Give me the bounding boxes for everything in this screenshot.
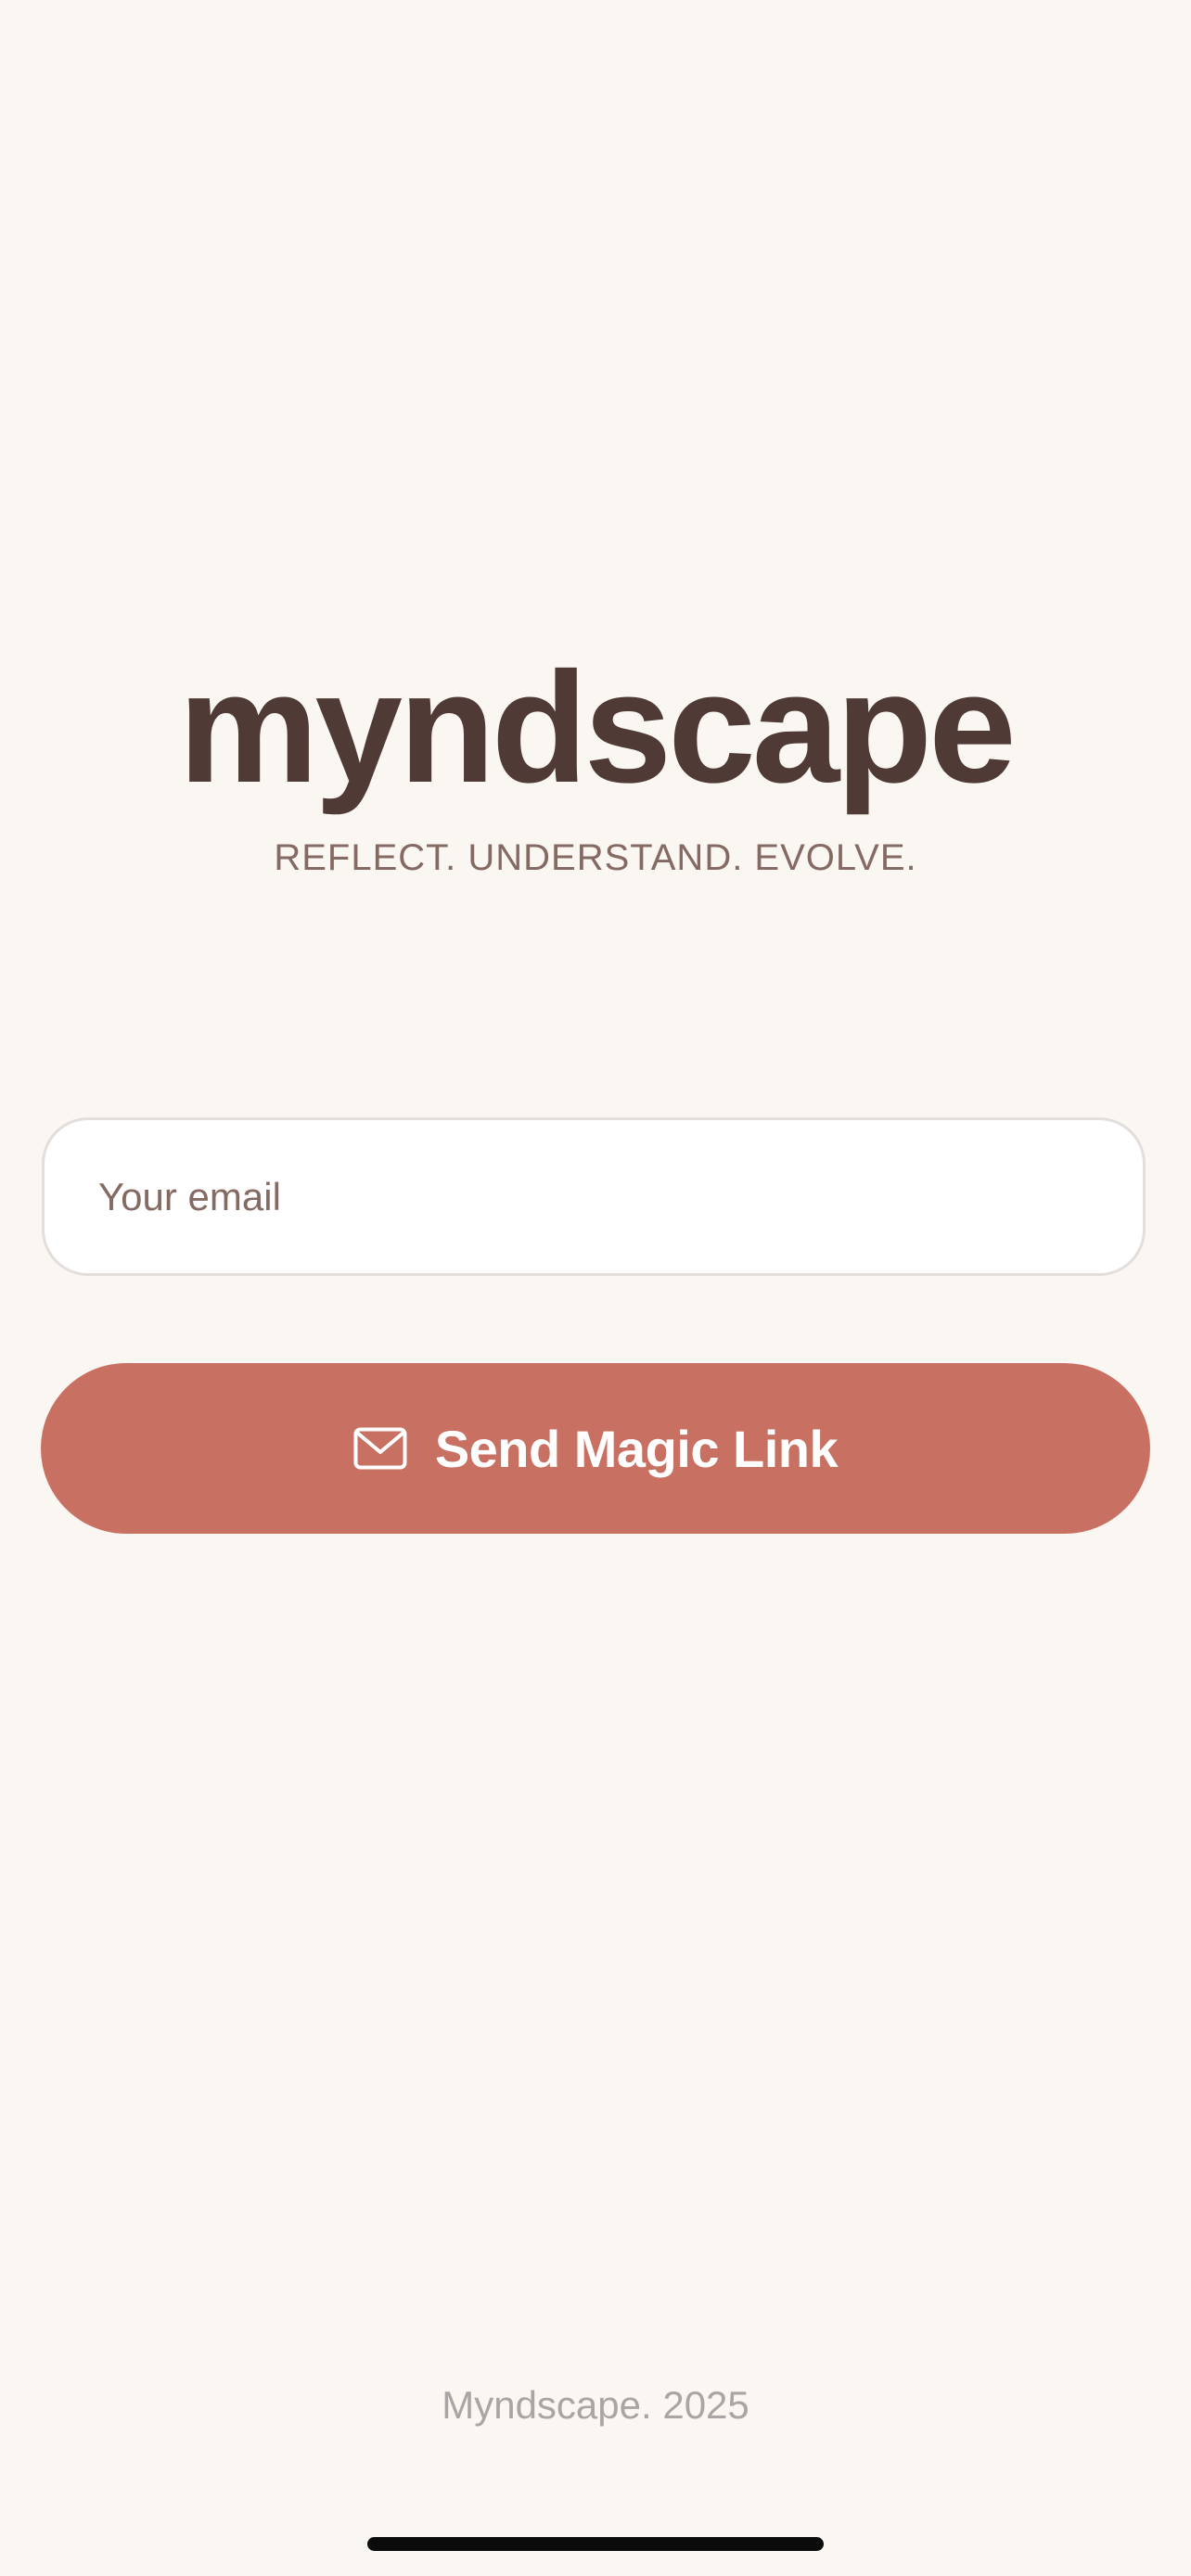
send-magic-link-button[interactable]: Send Magic Link: [41, 1363, 1150, 1534]
app-tagline: REFLECT. UNDERSTAND. EVOLVE.: [274, 837, 917, 878]
email-input[interactable]: [42, 1117, 1146, 1276]
footer-copyright: Myndscape. 2025: [442, 2383, 749, 2427]
home-indicator[interactable]: [367, 2537, 824, 2551]
envelope-icon: [353, 1427, 407, 1470]
app-title: myndscape: [178, 640, 1016, 816]
send-magic-link-label: Send Magic Link: [434, 1419, 839, 1478]
